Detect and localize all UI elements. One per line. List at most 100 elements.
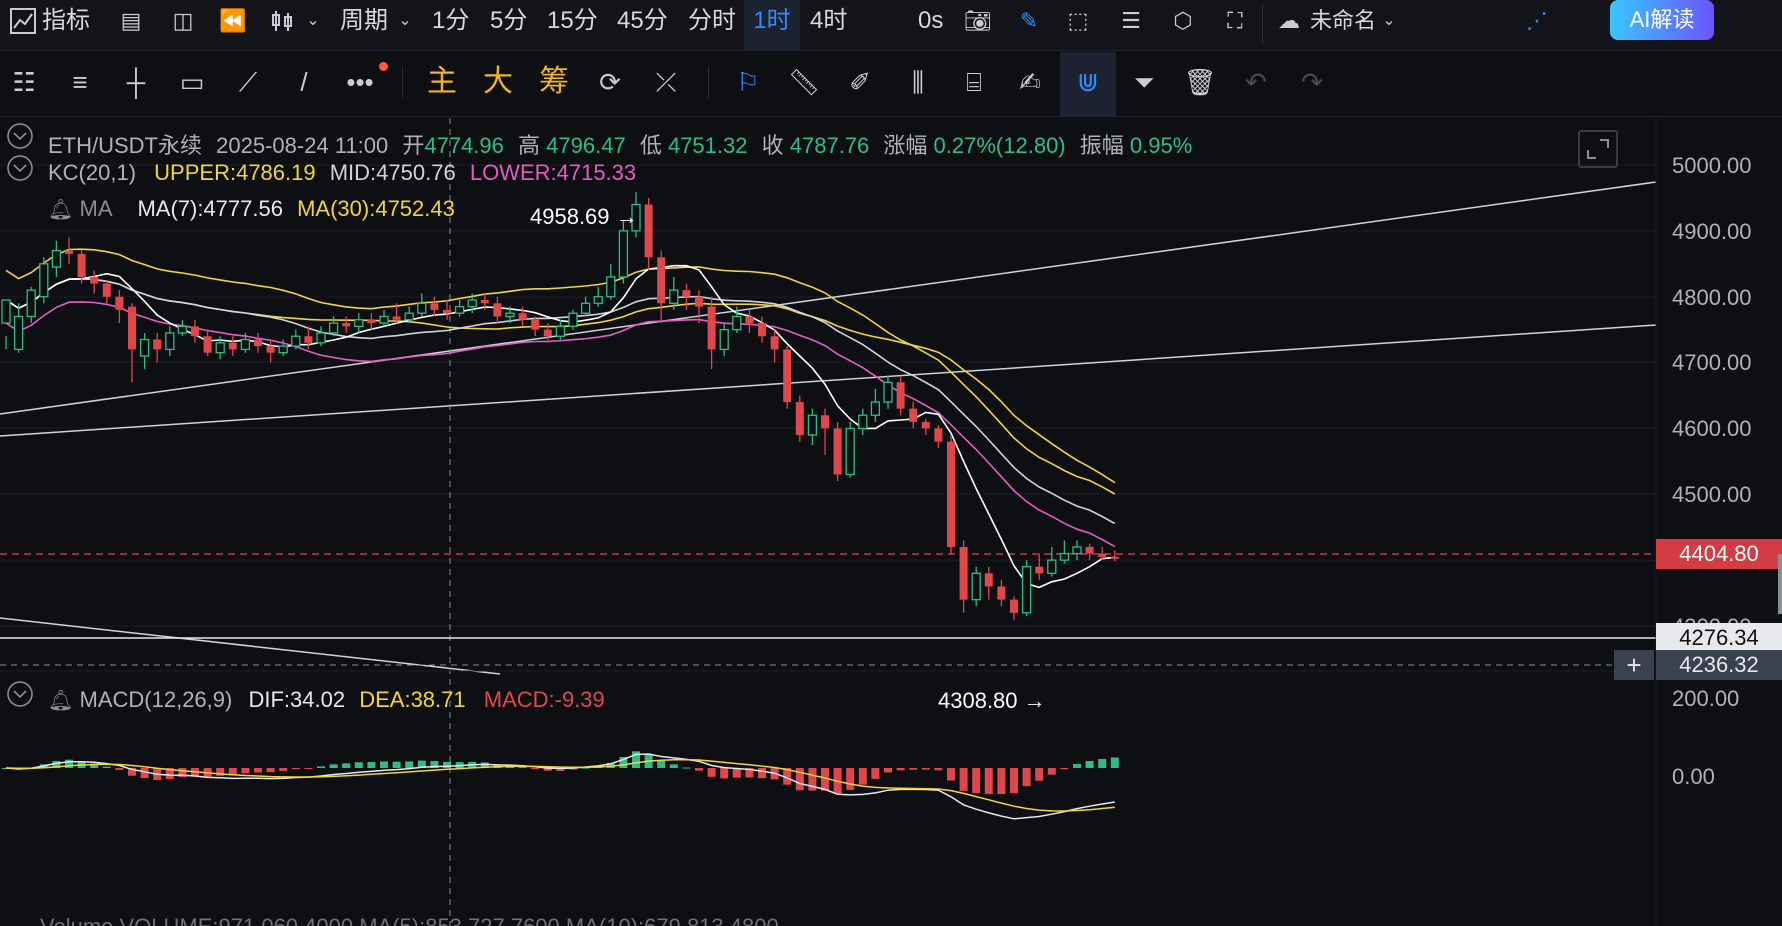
- candle[interactable]: [342, 323, 351, 327]
- collapse-icon[interactable]: [6, 112, 36, 149]
- candle[interactable]: [580, 302, 591, 314]
- candle[interactable]: [65, 250, 73, 254]
- fullscreen-icon[interactable]: ⛶: [1220, 6, 1250, 36]
- candle[interactable]: [531, 319, 540, 330]
- timeframe-1h[interactable]: 1时: [744, 0, 800, 50]
- timeframe-45m[interactable]: 45分: [617, 0, 668, 50]
- candle[interactable]: [695, 296, 703, 307]
- candle[interactable]: [480, 300, 489, 304]
- timeframe-4h[interactable]: 4时: [810, 0, 847, 50]
- calendar-icon[interactable]: ▤: [116, 6, 146, 36]
- bell-icon[interactable]: 🔔︎: [48, 690, 73, 712]
- crop-icon[interactable]: ⬚: [1063, 6, 1093, 36]
- candle[interactable]: [518, 313, 527, 320]
- chips-button[interactable]: 筹: [534, 62, 574, 102]
- period-dropdown[interactable]: 周期: [340, 0, 388, 50]
- candle[interactable]: [191, 326, 199, 337]
- candle[interactable]: [1, 299, 11, 324]
- settings-lines-icon[interactable]: ☷: [4, 62, 44, 102]
- indicators-button[interactable]: 指标: [42, 0, 90, 50]
- timeframe-15m[interactable]: 15分: [547, 0, 598, 50]
- brush-icon[interactable]: ✐: [840, 62, 880, 102]
- candle[interactable]: [328, 322, 339, 334]
- candle[interactable]: [669, 289, 679, 304]
- candle[interactable]: [732, 315, 742, 331]
- candle[interactable]: [404, 312, 414, 321]
- candle[interactable]: [128, 306, 136, 350]
- trash-icon[interactable]: 🗑︎: [1180, 62, 1220, 102]
- line-segment-icon[interactable]: /: [284, 62, 324, 102]
- chevron-down-icon[interactable]: ⌄: [1374, 6, 1404, 36]
- candle[interactable]: [115, 296, 124, 310]
- ruler-icon[interactable]: 📏︎: [784, 62, 824, 102]
- tag-icon[interactable]: ⚐: [728, 62, 768, 102]
- candle[interactable]: [795, 402, 804, 436]
- candle[interactable]: [454, 305, 465, 314]
- candle[interactable]: [657, 257, 666, 304]
- candle[interactable]: [719, 328, 729, 351]
- candle[interactable]: [493, 303, 502, 317]
- candle[interactable]: [417, 302, 427, 314]
- candle[interactable]: [934, 428, 943, 442]
- timeframe-1m[interactable]: 1分: [432, 0, 469, 50]
- candle[interactable]: [153, 339, 162, 350]
- candle[interactable]: [77, 253, 86, 277]
- candle[interactable]: [443, 309, 451, 314]
- candle[interactable]: [139, 338, 150, 357]
- candle[interactable]: [1098, 553, 1107, 557]
- sync-icon[interactable]: ⟳: [590, 62, 630, 102]
- candle[interactable]: [266, 346, 275, 353]
- share-icon[interactable]: ⋰: [1522, 6, 1552, 36]
- candle-type-icon[interactable]: [268, 6, 298, 36]
- compare-candles-icon[interactable]: ⫼: [898, 62, 938, 102]
- candle[interactable]: [971, 572, 981, 601]
- chevron-down-icon[interactable]: ⌄: [390, 6, 420, 36]
- main-chart-button[interactable]: 主: [422, 62, 462, 102]
- horizontal-ray-icon[interactable]: ┼: [116, 62, 156, 102]
- expand-icon[interactable]: [1578, 130, 1618, 168]
- candle[interactable]: [316, 332, 326, 344]
- candle[interactable]: [1110, 556, 1119, 559]
- settings-icon[interactable]: ⬡: [1168, 6, 1198, 36]
- candlestick-chart[interactable]: [0, 118, 1782, 926]
- candle[interactable]: [593, 296, 603, 304]
- candle[interactable]: [783, 349, 792, 403]
- candle[interactable]: [1085, 546, 1094, 554]
- chart-indicator-icon[interactable]: [8, 6, 38, 36]
- candle[interactable]: [568, 312, 578, 328]
- candle[interactable]: [1035, 566, 1044, 574]
- candle[interactable]: [921, 421, 930, 429]
- layout-icon[interactable]: ◫: [168, 6, 198, 36]
- timeframe-timeshare[interactable]: 分时: [688, 0, 736, 50]
- candle[interactable]: [505, 312, 515, 318]
- candle[interactable]: [467, 299, 477, 308]
- horizontal-lines-icon[interactable]: ≡: [60, 62, 100, 102]
- candle[interactable]: [770, 336, 779, 350]
- clipboard-icon[interactable]: ⌸: [954, 62, 994, 102]
- filter-icon[interactable]: ⏷: [1124, 62, 1164, 102]
- candle[interactable]: [644, 204, 653, 258]
- timeframe-5m[interactable]: 5分: [490, 0, 527, 50]
- candle[interactable]: [102, 283, 111, 297]
- candle[interactable]: [896, 382, 905, 409]
- candle[interactable]: [984, 573, 993, 587]
- candle[interactable]: [821, 415, 829, 429]
- candle[interactable]: [618, 230, 629, 278]
- candle[interactable]: [682, 290, 691, 297]
- candle[interactable]: [254, 339, 262, 347]
- chart-name-dropdown[interactable]: 未命名: [1310, 0, 1376, 50]
- rewind-icon[interactable]: ⏪: [218, 6, 248, 36]
- candle[interactable]: [215, 342, 225, 354]
- trend-line-icon[interactable]: ⟋: [228, 62, 268, 102]
- candle[interactable]: [745, 316, 754, 324]
- chart-area[interactable]: ETH/USDT永续 2025-08-24 11:00 开4774.96 高 4…: [0, 118, 1782, 926]
- candle[interactable]: [177, 325, 188, 334]
- magnet-icon[interactable]: ⋓: [1068, 62, 1108, 102]
- list-icon[interactable]: ☰: [1116, 6, 1146, 36]
- add-alert-icon[interactable]: +: [1614, 650, 1654, 680]
- big-button[interactable]: 大: [478, 62, 518, 102]
- candle[interactable]: [26, 289, 36, 318]
- candle[interactable]: [1072, 546, 1082, 555]
- undo-icon[interactable]: ↶: [1236, 62, 1276, 102]
- candle[interactable]: [909, 408, 918, 422]
